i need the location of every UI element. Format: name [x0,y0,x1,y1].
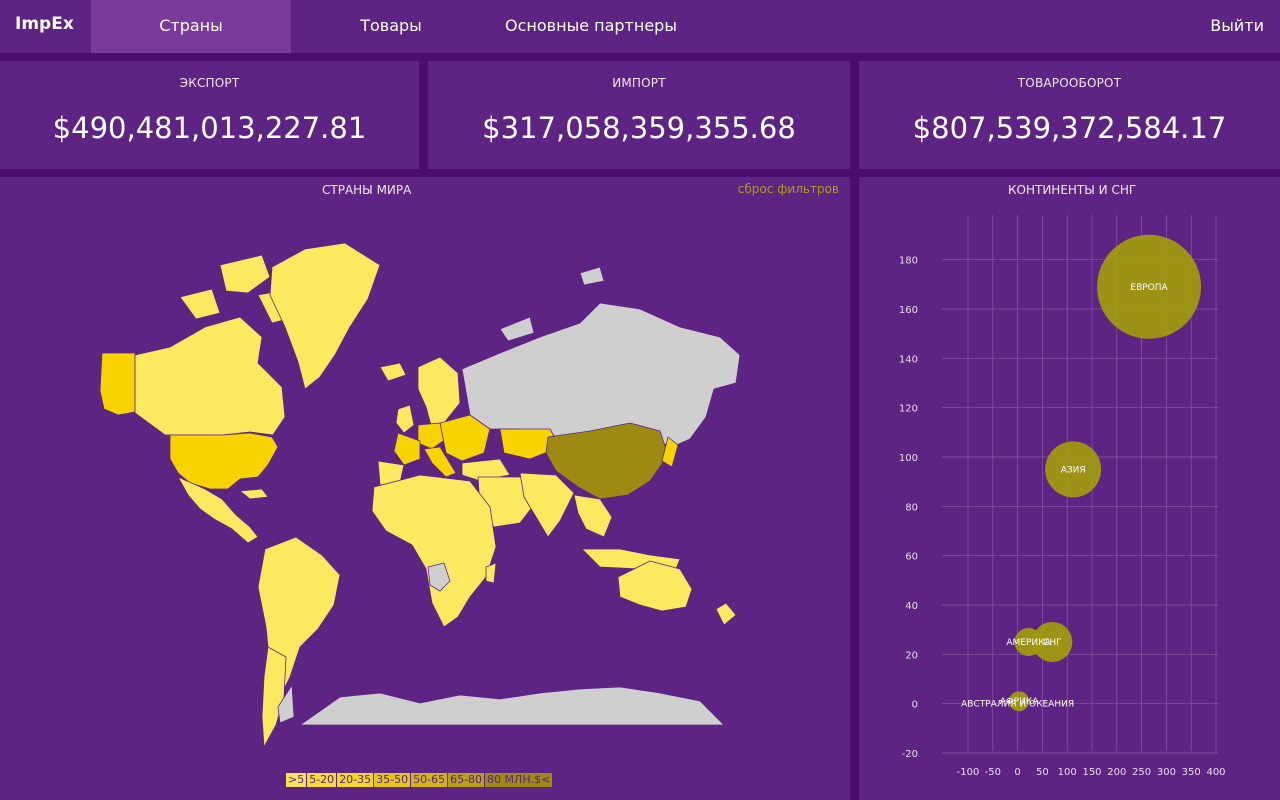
nav-tab-goods[interactable]: Товары [336,0,446,53]
turnover-card: ТОВАРООБОРОТ $807,539,372,584.17 [859,61,1280,169]
import-title: ИМПОРТ [612,76,666,90]
top-navigation-bar: ImpEx Страны Товары Основные партнеры Вы… [0,0,1280,53]
x-tick-label: 50 [1036,767,1049,778]
map-country-new-zealand [715,602,737,626]
map-country-se-asia [573,494,613,538]
continents-bubble-chart[interactable]: -100 -50 0 50 100 150 200 250 300 350 400 -20 0 20 40 6… [860,177,1280,797]
map-country-russia [461,302,741,448]
x-tick-label: 100 [1058,767,1077,778]
legend-item[interactable]: 20-35 [337,773,375,787]
map-country-alaska [99,352,136,416]
y-tick-label: 60 [905,552,918,563]
x-tick-label: 150 [1082,767,1101,778]
legend-item[interactable]: 35-50 [374,773,412,787]
y-tick-label: 160 [899,305,918,316]
x-tick-label: 0 [1014,767,1020,778]
y-tick-label: 100 [899,453,918,464]
export-title: ЭКСПОРТ [179,76,240,90]
y-tick-label: 0 [912,700,918,711]
bubble-label: АМЕРИКА [1006,638,1051,648]
map-country-greenland [269,242,381,390]
legend-item[interactable]: 65-80 [448,773,486,787]
map-country-canada [134,316,286,436]
bubble-label: ЕВРОПА [1130,283,1168,293]
y-tick-label: 40 [905,601,918,612]
bubble-label: АВСТРАЛИЯ И ОКЕАНИЯ [961,700,1074,710]
map-country-uk [395,404,415,434]
x-tick-label: 400 [1206,767,1225,778]
import-value: $317,058,359,355.68 [482,111,796,145]
legend-item[interactable]: 80 МЛН.$< [485,773,554,787]
app-logo[interactable]: ImpEx [15,14,74,34]
y-tick-label: 80 [905,502,918,513]
x-tick-label: 350 [1182,767,1201,778]
y-tick-label: 140 [899,354,918,365]
legend-item[interactable]: 50-65 [411,773,449,787]
map-country-africa [371,474,497,628]
logout-link[interactable]: Выйти [1210,0,1264,53]
map-country-madagascar [485,562,497,584]
nav-tab-partners[interactable]: Основные партнеры [500,0,682,53]
map-country-antarctica [299,686,725,726]
x-tick-label: 250 [1132,767,1151,778]
y-tick-label: 180 [899,256,918,267]
y-tick-label: -20 [902,749,918,760]
export-card: ЭКСПОРТ $490,481,013,227.81 [0,61,419,169]
import-card: ИМПОРТ $317,058,359,355.68 [428,61,850,169]
legend-item[interactable]: 5-20 [307,773,338,787]
legend-item[interactable]: >5 [286,773,308,787]
y-tick-label: 120 [899,404,918,415]
turnover-value: $807,539,372,584.17 [912,111,1227,145]
x-tick-label: 200 [1107,767,1126,778]
turnover-title: ТОВАРООБОРОТ [1017,76,1122,90]
map-country-caribbean [239,488,269,500]
map-country-scandinavia [417,356,461,430]
world-map[interactable] [0,177,850,767]
y-tick-label: 20 [905,650,918,661]
x-tick-label: 300 [1157,767,1176,778]
map-country-france [393,432,421,466]
map-legend: >5 5-20 20-35 35-50 50-65 65-80 80 МЛН.$… [286,773,554,787]
nav-tab-countries[interactable]: Страны [91,0,291,53]
bubble-label: АЗИЯ [1061,465,1086,475]
x-tick-label: -100 [957,767,980,778]
map-country-iceland [379,362,407,382]
map-country-argentina [261,646,287,748]
x-tick-label: -50 [985,767,1001,778]
export-value: $490,481,013,227.81 [52,111,367,145]
